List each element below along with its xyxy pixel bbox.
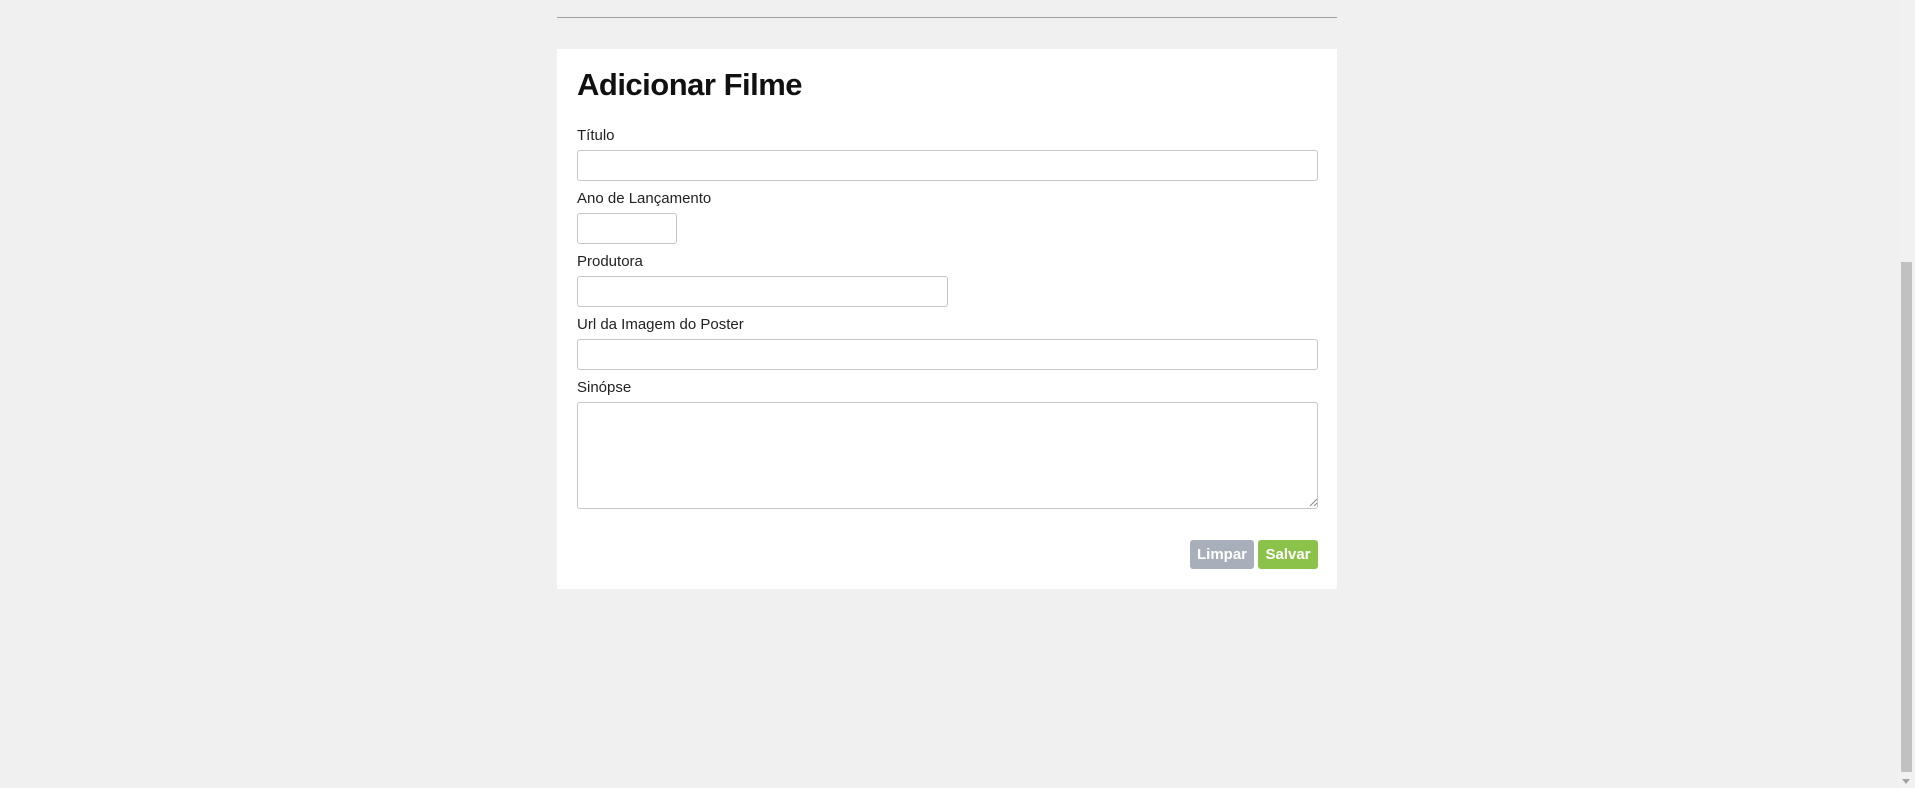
poster-url-label: Url da Imagem do Poster: [577, 316, 744, 333]
vertical-scrollbar[interactable]: [1898, 0, 1915, 788]
producer-label: Produtora: [577, 253, 643, 270]
form-title: Adicionar Filme: [577, 67, 803, 102]
top-divider: [557, 17, 1337, 18]
title-label: Título: [577, 127, 615, 144]
title-input[interactable]: [577, 150, 1318, 181]
page: Adicionar Filme Título Ano de Lançamento…: [0, 0, 1915, 788]
release-year-label: Ano de Lançamento: [577, 190, 712, 207]
add-movie-form: Adicionar Filme Título Ano de Lançamento…: [557, 49, 1337, 589]
scroll-down-arrow-icon[interactable]: [1902, 779, 1910, 784]
poster-url-input[interactable]: [577, 339, 1318, 370]
clear-button[interactable]: Limpar: [1190, 540, 1254, 569]
producer-input[interactable]: [577, 276, 948, 307]
synopsis-textarea[interactable]: [577, 402, 1318, 509]
synopsis-label: Sinópse: [577, 379, 632, 396]
scrollbar-thumb[interactable]: [1901, 262, 1912, 772]
save-button[interactable]: Salvar: [1258, 540, 1318, 569]
release-year-input[interactable]: [577, 213, 677, 244]
